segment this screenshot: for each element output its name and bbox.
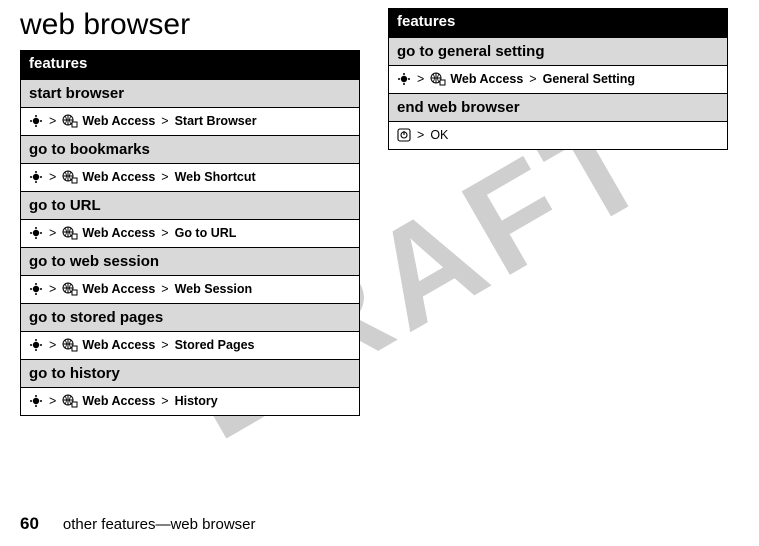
globe-icon <box>430 72 446 86</box>
separator: > <box>161 338 168 352</box>
feature-path: > Web Access > Web Shortcut <box>21 164 359 192</box>
feature-title: start browser <box>21 80 359 108</box>
action-label: Web Session <box>175 282 253 296</box>
globe-icon <box>62 170 78 184</box>
nav-key-icon <box>29 114 43 128</box>
feature-title: go to stored pages <box>21 304 359 332</box>
nav-key-icon <box>29 338 43 352</box>
action-label: Web Shortcut <box>175 170 256 184</box>
menu-label: Web Access <box>82 226 155 240</box>
separator: > <box>49 394 56 408</box>
separator: > <box>49 170 56 184</box>
menu-label: Web Access <box>82 170 155 184</box>
feature-path: > OK <box>389 122 727 150</box>
menu-label: Web Access <box>82 282 155 296</box>
feature-title: go to general setting <box>389 38 727 66</box>
features-header-right: features <box>389 9 727 38</box>
feature-title: go to web session <box>21 248 359 276</box>
separator: > <box>49 338 56 352</box>
features-table-left: features start browser > Web Access > St… <box>20 50 360 416</box>
separator: > <box>529 72 536 86</box>
action-label: Go to URL <box>175 226 237 240</box>
feature-title: go to URL <box>21 192 359 220</box>
menu-label: Web Access <box>82 338 155 352</box>
globe-icon <box>62 394 78 408</box>
page-footer: 60 other features—web browser <box>20 514 256 534</box>
separator: > <box>417 72 424 86</box>
nav-key-icon <box>29 282 43 296</box>
menu-label: Web Access <box>82 394 155 408</box>
features-header-left: features <box>21 51 359 80</box>
footer-text: other features—web browser <box>63 516 256 533</box>
separator: > <box>161 170 168 184</box>
separator: > <box>161 282 168 296</box>
nav-key-icon <box>397 72 411 86</box>
features-table-right: features go to general setting > Web Acc… <box>388 8 728 150</box>
page-number: 60 <box>20 514 39 534</box>
action-label: Stored Pages <box>175 338 255 352</box>
feature-path: > Web Access > Start Browser <box>21 108 359 136</box>
menu-label: Web Access <box>450 72 523 86</box>
separator: > <box>161 114 168 128</box>
separator: > <box>161 394 168 408</box>
feature-path: > Web Access > General Setting <box>389 66 727 94</box>
separator: > <box>161 226 168 240</box>
feature-path: > Web Access > Stored Pages <box>21 332 359 360</box>
feature-title: end web browser <box>389 94 727 122</box>
globe-icon <box>62 114 78 128</box>
feature-path: > Web Access > Web Session <box>21 276 359 304</box>
globe-icon <box>62 282 78 296</box>
separator: > <box>417 128 424 142</box>
separator: > <box>49 226 56 240</box>
nav-key-icon <box>29 226 43 240</box>
globe-icon <box>62 338 78 352</box>
globe-icon <box>62 226 78 240</box>
action-label: OK <box>430 128 448 142</box>
action-label: Start Browser <box>175 114 257 128</box>
left-column: web browser features start browser > Web… <box>20 8 360 416</box>
feature-path: > Web Access > History <box>21 388 359 416</box>
right-column: features go to general setting > Web Acc… <box>388 8 728 150</box>
separator: > <box>49 282 56 296</box>
menu-label: Web Access <box>82 114 155 128</box>
action-label: General Setting <box>543 72 635 86</box>
nav-key-icon <box>29 170 43 184</box>
feature-title: go to bookmarks <box>21 136 359 164</box>
feature-title: go to history <box>21 360 359 388</box>
feature-path: > Web Access > Go to URL <box>21 220 359 248</box>
page-title: web browser <box>20 8 360 42</box>
nav-key-icon <box>29 394 43 408</box>
separator: > <box>49 114 56 128</box>
action-label: History <box>175 394 218 408</box>
end-key-icon <box>397 128 411 142</box>
